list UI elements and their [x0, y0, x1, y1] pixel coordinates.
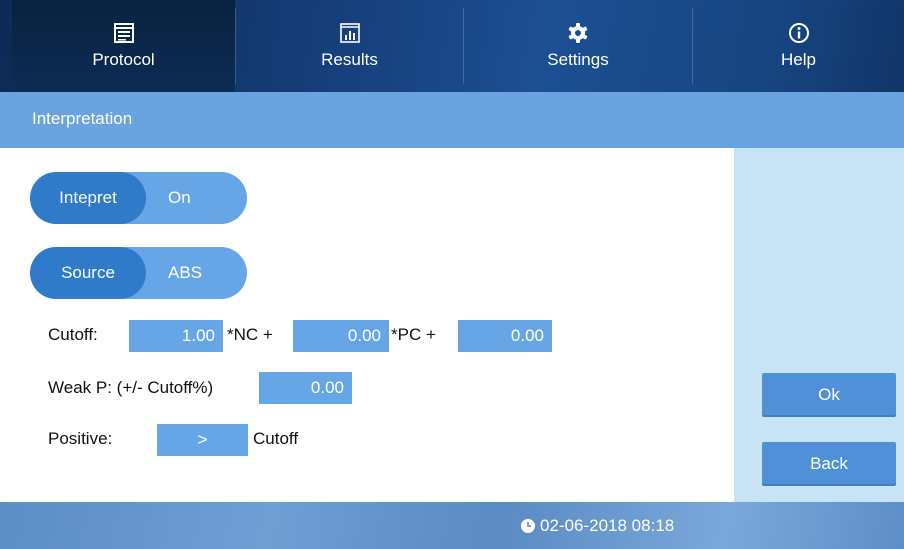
top-navigation: Protocol Results Settings Help [0, 0, 904, 92]
nc-value-field[interactable]: 0.00 [293, 320, 389, 352]
tab-results-label: Results [321, 50, 378, 69]
nc-label: *NC + [227, 325, 273, 344]
datetime-text: 02-06-2018 08:18 [540, 516, 675, 535]
positive-suffix-label: Cutoff [253, 429, 299, 448]
info-icon [788, 23, 809, 43]
cutoff-label: Cutoff: [48, 325, 98, 344]
interpret-label: Intepret [30, 172, 146, 224]
tab-protocol-label: Protocol [92, 50, 155, 69]
interpret-toggle[interactable]: Intepret On [30, 172, 247, 224]
status-bar: 02-06-2018 08:18 [0, 502, 904, 549]
clock-icon [521, 519, 535, 533]
page-title: Interpretation [32, 109, 133, 128]
cutoff-value-field[interactable]: 1.00 [129, 320, 223, 352]
tab-help[interactable]: Help [693, 0, 904, 92]
positive-operator-select[interactable]: > [157, 424, 248, 456]
pc-value-field[interactable]: 0.00 [458, 320, 552, 352]
weakp-label: Weak P: (+/- Cutoff%) [48, 378, 214, 397]
back-button[interactable]: Back [762, 442, 896, 486]
weakp-value-field[interactable]: 0.00 [259, 372, 352, 404]
section-header: Interpretation [0, 92, 904, 148]
tab-results[interactable]: Results [236, 0, 463, 92]
pc-label: *PC + [391, 325, 436, 344]
positive-label: Positive: [48, 429, 113, 448]
bar-chart-icon [339, 23, 360, 43]
tab-settings-label: Settings [547, 50, 609, 69]
datetime-display: 02-06-2018 08:18 [520, 516, 674, 536]
tab-settings[interactable]: Settings [464, 0, 692, 92]
action-panel: Ok Back [734, 148, 904, 502]
source-toggle[interactable]: Source ABS [30, 247, 247, 299]
source-label: Source [30, 247, 146, 299]
source-value[interactable]: ABS [146, 247, 247, 299]
interpret-value[interactable]: On [146, 172, 247, 224]
ok-button[interactable]: Ok [762, 373, 896, 417]
tab-protocol[interactable]: Protocol [12, 0, 235, 92]
screen-icon [113, 23, 134, 43]
tab-help-label: Help [781, 50, 816, 69]
gear-icon [568, 23, 588, 43]
